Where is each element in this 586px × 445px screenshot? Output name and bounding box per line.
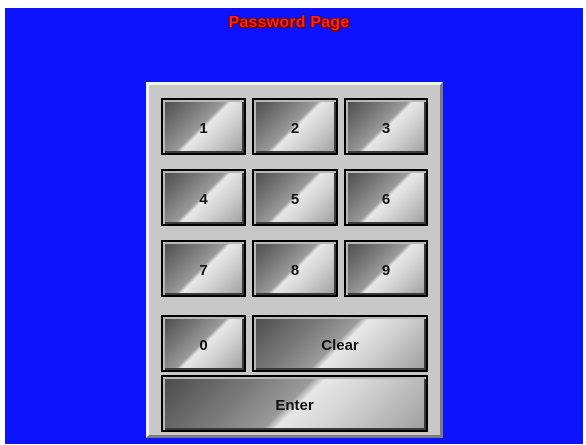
page-title: Password Page bbox=[228, 14, 350, 31]
key-3-button[interactable]: 3 bbox=[344, 98, 428, 155]
key-5-button[interactable]: 5 bbox=[252, 169, 338, 226]
key-2-label: 2 bbox=[290, 120, 300, 137]
key-4-label: 4 bbox=[199, 191, 208, 208]
key-5-label: 5 bbox=[290, 191, 300, 208]
keypad-panel: 1 2 3 4 5 6 7 8 9 0 Clear Enter bbox=[146, 82, 443, 438]
key-8-button[interactable]: 8 bbox=[252, 240, 338, 297]
key-8-label: 8 bbox=[290, 262, 300, 279]
enter-button[interactable]: Enter bbox=[161, 375, 428, 432]
screen: Password Page 1 2 3 4 5 6 7 8 9 0 Clear … bbox=[5, 8, 583, 444]
key-0-label: 0 bbox=[199, 337, 208, 354]
key-6-button[interactable]: 6 bbox=[344, 169, 428, 226]
key-1-label: 1 bbox=[199, 120, 208, 137]
key-9-label: 9 bbox=[381, 262, 391, 279]
key-9-button[interactable]: 9 bbox=[344, 240, 428, 297]
clear-button[interactable]: Clear bbox=[252, 315, 428, 372]
key-1-button[interactable]: 1 bbox=[161, 98, 246, 155]
key-3-label: 3 bbox=[381, 120, 391, 137]
key-2-button[interactable]: 2 bbox=[252, 98, 338, 155]
key-7-label: 7 bbox=[199, 262, 208, 279]
key-6-label: 6 bbox=[381, 191, 391, 208]
key-0-button[interactable]: 0 bbox=[161, 315, 246, 372]
key-7-button[interactable]: 7 bbox=[161, 240, 246, 297]
clear-label: Clear bbox=[321, 337, 359, 354]
key-4-button[interactable]: 4 bbox=[161, 169, 246, 226]
enter-label: Enter bbox=[275, 397, 314, 414]
